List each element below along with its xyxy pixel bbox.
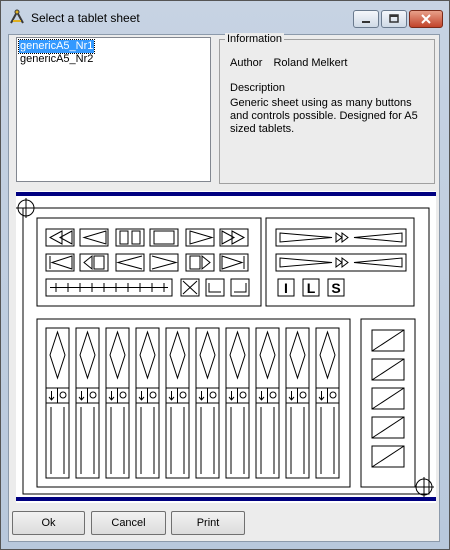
letter-I-label: I <box>284 280 288 296</box>
sheet-top-border <box>16 192 436 196</box>
minimize-icon <box>362 21 370 23</box>
sheet-preview: I L S <box>16 191 436 503</box>
ok-button[interactable]: Ok <box>12 511 85 535</box>
tablet-pen-icon <box>10 9 24 24</box>
maximize-button[interactable] <box>381 10 407 28</box>
author-row: Author Roland Melkert <box>230 57 347 69</box>
description-label: Description <box>230 82 286 94</box>
window-title: Select a tablet sheet <box>31 11 140 25</box>
information-caption: Information <box>225 33 285 45</box>
letter-L-label: L <box>307 280 316 296</box>
list-item[interactable]: genericA5_Nr2 <box>19 53 94 66</box>
list-item[interactable]: genericA5_Nr1 <box>17 39 96 54</box>
letter-S-label: S <box>331 280 340 296</box>
minimize-button[interactable] <box>353 10 379 28</box>
cancel-button[interactable]: Cancel <box>91 511 166 535</box>
maximize-icon <box>389 14 399 23</box>
sheet-list[interactable]: genericA5_Nr1 genericA5_Nr2 <box>16 37 211 182</box>
description-text: Generic sheet using as many buttons and … <box>230 97 418 135</box>
author-label: Author <box>230 57 263 69</box>
title-bar: Select a tablet sheet <box>1 1 449 35</box>
sheet-bottom-border <box>16 497 436 501</box>
close-icon <box>421 14 431 24</box>
author-value: Roland Melkert <box>273 57 348 69</box>
print-button[interactable]: Print <box>171 511 245 535</box>
close-button[interactable] <box>409 10 443 28</box>
